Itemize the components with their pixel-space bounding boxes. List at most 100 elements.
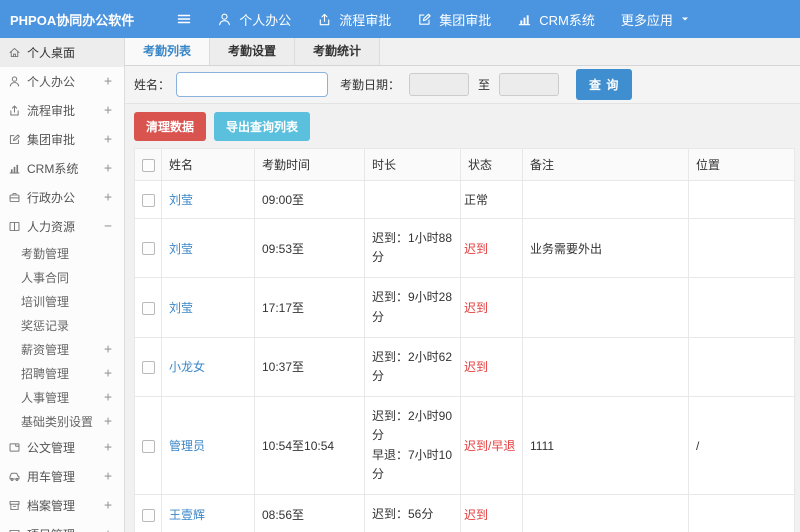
select-all-checkbox[interactable]: [141, 158, 155, 172]
topbar-item-personal-office[interactable]: 个人办公: [204, 0, 304, 38]
date-to-label: 至: [478, 78, 491, 92]
book-icon: [8, 220, 21, 233]
attendance-table: 姓名 考勤时间 时长 状态 备注 位置 刘莹 09:00至 正常 刘莹 09:53至 迟到：1小时8…: [134, 148, 795, 532]
employee-name-link[interactable]: 管理员: [169, 439, 205, 453]
sidebar-subitem-label: 薪资管理: [21, 342, 70, 357]
sidebar-item-group-approval[interactable]: 集团审批 +: [0, 125, 124, 154]
sidebar-item-crm-system[interactable]: CRM系统 +: [0, 154, 124, 183]
date-from-input[interactable]: [409, 73, 470, 96]
cell-duration: 迟到：1小时88分: [364, 217, 461, 279]
column-header-5: 位置: [688, 148, 795, 181]
action-buttons: 清理数据 导出查询列表: [125, 104, 800, 148]
hamburger-menu-icon[interactable]: [176, 11, 192, 27]
employee-name-link[interactable]: 王壹辉: [169, 508, 205, 522]
cell-status: 迟到: [460, 493, 523, 532]
archive-icon: [8, 499, 21, 512]
cell-note: 业务需要外出: [522, 217, 689, 279]
app-window: PHPOA协同办公软件 个人办公 流程审批 集团审批 CRM系统 更多应用 个人桌面 个人…: [0, 0, 800, 532]
cell-note: [522, 180, 689, 219]
topbar-item-workflow-approval[interactable]: 流程审批: [304, 0, 404, 38]
cell-location: /: [688, 396, 795, 495]
sidebar-item-label: 人力资源: [27, 220, 76, 234]
sidebar-subitem-training-mgmt[interactable]: 培训管理: [0, 289, 124, 313]
expand-toggle-icon: +: [104, 527, 112, 532]
sidebar: 个人桌面 个人办公 + 流程审批 + 集团审批 + CRM系统 + 行政办公 + 人力资源 − 考勤管理人…: [0, 38, 125, 532]
sidebar-item-vehicle-mgmt[interactable]: 用车管理 +: [0, 462, 124, 491]
employee-name-link[interactable]: 小龙女: [169, 360, 205, 374]
name-filter-label: 姓名：: [134, 78, 171, 92]
cell-attendance-time: 09:00至: [254, 180, 365, 219]
sidebar-subitem-base-category[interactable]: 基础类别设置 +: [0, 409, 124, 433]
export-list-button[interactable]: 导出查询列表: [214, 112, 311, 141]
name-filter-input[interactable]: [176, 72, 329, 97]
sidebar-item-label: 流程审批: [27, 104, 76, 118]
topbar-item-label: CRM系统: [539, 12, 595, 28]
cell-duration: 迟到：9小时28分: [364, 277, 461, 338]
row-checkbox[interactable]: [141, 439, 155, 453]
sidebar-subitem-recruit-mgmt[interactable]: 招聘管理 +: [0, 361, 124, 385]
sidebar-item-label: 个人桌面: [27, 46, 76, 60]
column-header-3: 状态: [460, 148, 523, 181]
row-checkbox[interactable]: [141, 508, 155, 522]
user-icon: [8, 75, 21, 88]
expand-toggle-icon: +: [104, 389, 112, 405]
sidebar-subitem-label: 人事管理: [21, 390, 70, 405]
sidebar-item-personal-desktop[interactable]: 个人桌面: [0, 38, 124, 67]
search-button[interactable]: 查 询: [576, 69, 633, 100]
sidebar-item-archive-mgmt[interactable]: 档案管理 +: [0, 491, 124, 520]
cell-duration: 迟到：56分: [364, 493, 461, 532]
row-checkbox[interactable]: [141, 301, 155, 315]
row-checkbox[interactable]: [141, 193, 155, 207]
employee-name-link[interactable]: 刘莹: [169, 242, 193, 256]
sidebar-subitem-label: 人事合同: [21, 270, 70, 285]
employee-name-link[interactable]: 刘莹: [169, 193, 193, 207]
topbar-item-crm-system[interactable]: CRM系统: [504, 0, 608, 38]
date-filter-label: 考勤日期：: [340, 78, 401, 92]
cell-status: 迟到/早退: [460, 396, 523, 495]
chart-icon: [517, 12, 532, 27]
sidebar-subitem-attendance-mgmt[interactable]: 考勤管理: [0, 241, 124, 265]
sidebar-subitem-reward-punish[interactable]: 奖惩记录: [0, 313, 124, 337]
sidebar-item-label: 行政办公: [27, 191, 76, 205]
sidebar-item-admin-office[interactable]: 行政办公 +: [0, 183, 124, 212]
sidebar-item-document-mgmt[interactable]: 公文管理 +: [0, 433, 124, 462]
sidebar-item-label: 项目管理: [27, 526, 75, 532]
sidebar-subitem-label: 基础类别设置: [21, 414, 94, 429]
employee-name-link[interactable]: 刘莹: [169, 301, 193, 315]
topbar-item-label: 更多应用: [620, 12, 673, 28]
tab-attendance-list[interactable]: 考勤列表: [125, 38, 211, 65]
sidebar-item-personal-office[interactable]: 个人办公 +: [0, 67, 124, 96]
expand-toggle-icon: +: [104, 74, 112, 89]
cell-attendance-time: 10:37至: [254, 336, 365, 398]
cell-note: 1111: [522, 396, 689, 495]
expand-toggle-icon: +: [104, 103, 112, 118]
cell-note: [522, 336, 689, 398]
tab-attendance-settings[interactable]: 考勤设置: [210, 38, 296, 65]
cell-location: [688, 277, 795, 338]
sidebar-item-human-resources[interactable]: 人力资源 −: [0, 212, 124, 241]
date-to-input[interactable]: [499, 73, 560, 96]
row-checkbox[interactable]: [141, 361, 155, 375]
clean-data-button[interactable]: 清理数据: [134, 112, 207, 141]
cell-attendance-time: 10:54至10:54: [254, 396, 365, 495]
topbar-item-group-approval[interactable]: 集团审批: [404, 0, 504, 38]
column-header-2: 时长: [364, 148, 461, 181]
row-checkbox-cell: [134, 180, 162, 219]
topbar-item-more-apps[interactable]: 更多应用: [608, 0, 704, 38]
cell-location: [688, 336, 795, 398]
sidebar-subitem-personnel-mgmt[interactable]: 人事管理 +: [0, 385, 124, 409]
expand-toggle-icon: +: [104, 469, 112, 484]
cell-note: [522, 277, 689, 338]
cell-name: 管理员: [161, 396, 255, 495]
app-logo[interactable]: PHPOA协同办公软件: [0, 10, 134, 29]
column-header-0: 姓名: [161, 148, 255, 181]
expand-toggle-icon: +: [104, 440, 112, 455]
sidebar-item-project-mgmt[interactable]: 项目管理 +: [0, 520, 124, 532]
expand-toggle-icon: +: [104, 413, 112, 429]
row-checkbox[interactable]: [141, 242, 155, 256]
cell-location: [688, 180, 795, 219]
sidebar-subitem-hr-contract[interactable]: 人事合同: [0, 265, 124, 289]
sidebar-subitem-salary-mgmt[interactable]: 薪资管理 +: [0, 337, 124, 361]
tab-attendance-stats[interactable]: 考勤统计: [295, 38, 381, 65]
sidebar-item-workflow-approval[interactable]: 流程审批 +: [0, 96, 124, 125]
